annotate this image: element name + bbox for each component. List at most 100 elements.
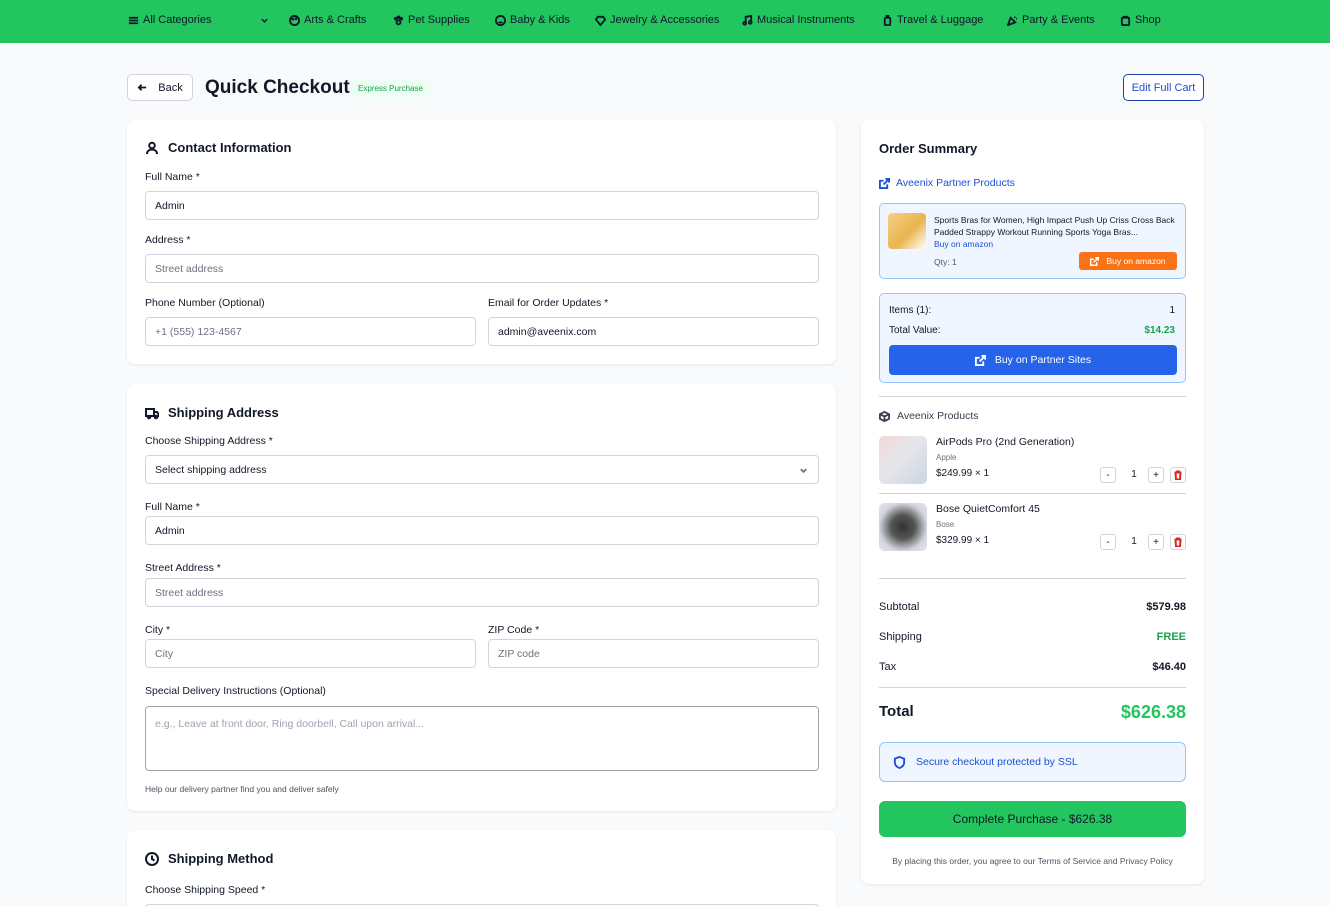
airpods-image	[879, 436, 927, 484]
full-name-input[interactable]: Admin	[145, 191, 819, 220]
street-address-label: Street Address *	[145, 562, 221, 574]
contact-title-text: Contact Information	[168, 140, 292, 155]
nav-label: Musical Instruments	[757, 14, 855, 26]
chevron-down-icon[interactable]	[260, 16, 269, 25]
shipping-address-select[interactable]: Select shipping address	[145, 455, 819, 484]
buy-on-partner-sites-button[interactable]: Buy on Partner Sites	[889, 345, 1177, 375]
product-qty: 1	[1131, 536, 1137, 547]
street-address-input[interactable]: Street address	[145, 578, 819, 607]
shipping-method-card: Shipping Method Choose Shipping Speed *	[127, 830, 836, 907]
paw-icon	[393, 14, 404, 25]
contact-section-title: Contact Information	[145, 140, 292, 155]
back-button[interactable]: Back	[127, 74, 193, 101]
increase-qty-button[interactable]: +	[1148, 467, 1164, 483]
choose-address-label: Choose Shipping Address *	[145, 435, 273, 447]
chevron-down-icon	[800, 468, 807, 474]
nav-travel-luggage[interactable]: Travel & Luggage	[882, 14, 983, 26]
nav-arts-crafts[interactable]: Arts & Crafts	[289, 14, 366, 26]
address-input[interactable]: Street address	[145, 254, 819, 283]
product-name: AirPods Pro (2nd Generation)	[936, 436, 1075, 448]
delivery-instructions-textarea[interactable]: e.g., Leave at front door, Ring doorbell…	[145, 706, 819, 771]
nav-label: Pet Supplies	[408, 14, 470, 26]
gem-icon	[595, 15, 606, 26]
items-count-value: 1	[1169, 305, 1175, 316]
nav-label: Shop	[1135, 14, 1161, 26]
zip-label: ZIP Code *	[488, 624, 540, 636]
divider	[879, 493, 1186, 494]
nav-all-categories-label: All Categories	[143, 14, 212, 26]
music-icon	[742, 14, 753, 26]
product-name: Bose QuietComfort 45	[936, 503, 1040, 515]
zip-input[interactable]: ZIP code	[488, 639, 819, 668]
delivery-help-text: Help our delivery partner find you and d…	[145, 784, 339, 794]
ssl-notice: Secure checkout protected by SSL	[879, 742, 1186, 782]
city-label: City *	[145, 624, 171, 636]
decrease-qty-button[interactable]: -	[1100, 467, 1116, 483]
partner-product-qty: Qty: 1	[934, 257, 957, 267]
nav-all-categories[interactable]: All Categories	[128, 14, 211, 26]
shipping-title-text: Shipping Address	[168, 405, 279, 420]
cart-item: AirPods Pro (2nd Generation) Apple $249.…	[879, 436, 1186, 488]
external-link-icon	[974, 354, 986, 366]
truck-icon	[145, 407, 159, 419]
partner-products-link[interactable]: Aveenix Partner Products	[879, 177, 1015, 189]
back-label: Back	[158, 81, 183, 94]
buy-on-amazon-button[interactable]: Buy on amazon	[1079, 252, 1177, 270]
express-purchase-badge: Express Purchase	[349, 80, 432, 97]
total-label: Total	[879, 703, 914, 720]
method-title-text: Shipping Method	[168, 851, 274, 866]
partner-items-summary: Items (1): 1 Total Value: $14.23 Buy on …	[879, 293, 1186, 383]
nav-label: Party & Events	[1022, 14, 1095, 26]
full-name-label: Full Name *	[145, 171, 200, 183]
partner-products-label: Aveenix Partner Products	[896, 177, 1015, 189]
nav-baby-kids[interactable]: Baby & Kids	[495, 14, 570, 26]
package-icon	[879, 410, 890, 422]
remove-item-button[interactable]	[1170, 467, 1186, 483]
edit-full-cart-button[interactable]: Edit Full Cart	[1123, 74, 1204, 101]
order-summary-card: Order Summary Aveenix Partner Products S…	[861, 120, 1204, 884]
clock-icon	[145, 851, 159, 866]
delivery-instructions-label: Special Delivery Instructions (Optional)	[145, 685, 326, 697]
shipping-address-select-value: Select shipping address	[155, 463, 267, 476]
nav-jewelry-accessories[interactable]: Jewelry & Accessories	[595, 14, 719, 26]
menu-icon	[128, 16, 139, 24]
phone-input[interactable]: +1 (555) 123-4567	[145, 317, 476, 346]
ssl-notice-text: Secure checkout protected by SSL	[916, 756, 1078, 768]
palette-icon	[289, 14, 300, 26]
nav-musical-instruments[interactable]: Musical Instruments	[742, 14, 855, 26]
total-value: $626.38	[1120, 702, 1186, 722]
trash-icon	[1174, 470, 1182, 480]
email-input[interactable]: admin@aveenix.com	[488, 317, 819, 346]
product-qty: 1	[1131, 469, 1137, 480]
shipping-label: Shipping	[879, 631, 922, 643]
buy-on-partner-sites-label: Buy on Partner Sites	[994, 354, 1092, 366]
ship-full-name-input[interactable]: Admin	[145, 516, 819, 545]
partner-product-item: Sports Bras for Women, High Impact Push …	[879, 203, 1186, 279]
remove-item-button[interactable]	[1170, 534, 1186, 550]
subtotal-label: Subtotal	[879, 601, 920, 613]
buy-on-amazon-label: Buy on amazon	[1106, 256, 1166, 266]
total-value-amount: $14.23	[1144, 325, 1175, 336]
category-nav: All Categories Arts & Crafts Pet Supplie…	[0, 0, 1330, 43]
nav-party-events[interactable]: Party & Events	[1007, 14, 1095, 26]
arrow-left-icon	[137, 84, 147, 91]
nav-shop[interactable]: Shop	[1120, 14, 1161, 26]
complete-purchase-button[interactable]: Complete Purchase - $626.38	[879, 801, 1186, 837]
product-price: $249.99 × 1	[936, 468, 990, 479]
nav-label: Arts & Crafts	[304, 14, 367, 26]
decrease-qty-button[interactable]: -	[1100, 534, 1116, 550]
partner-product-link[interactable]: Buy on amazon	[934, 239, 993, 249]
total-value-label: Total Value:	[889, 325, 941, 336]
product-brand: Bose	[936, 520, 955, 529]
shipping-address-card: Shipping Address Choose Shipping Address…	[127, 384, 836, 811]
contact-information-card: Contact Information Full Name * Admin Ad…	[127, 120, 836, 364]
method-section-title: Shipping Method	[145, 851, 273, 866]
city-input[interactable]: City	[145, 639, 476, 668]
luggage-icon	[883, 14, 892, 26]
address-label: Address *	[145, 234, 191, 246]
nav-pet-supplies[interactable]: Pet Supplies	[393, 14, 470, 26]
partner-product-image	[888, 213, 926, 249]
terms-notice: By placing this order, you agree to our …	[892, 856, 1173, 866]
increase-qty-button[interactable]: +	[1148, 534, 1164, 550]
divider	[879, 396, 1186, 397]
